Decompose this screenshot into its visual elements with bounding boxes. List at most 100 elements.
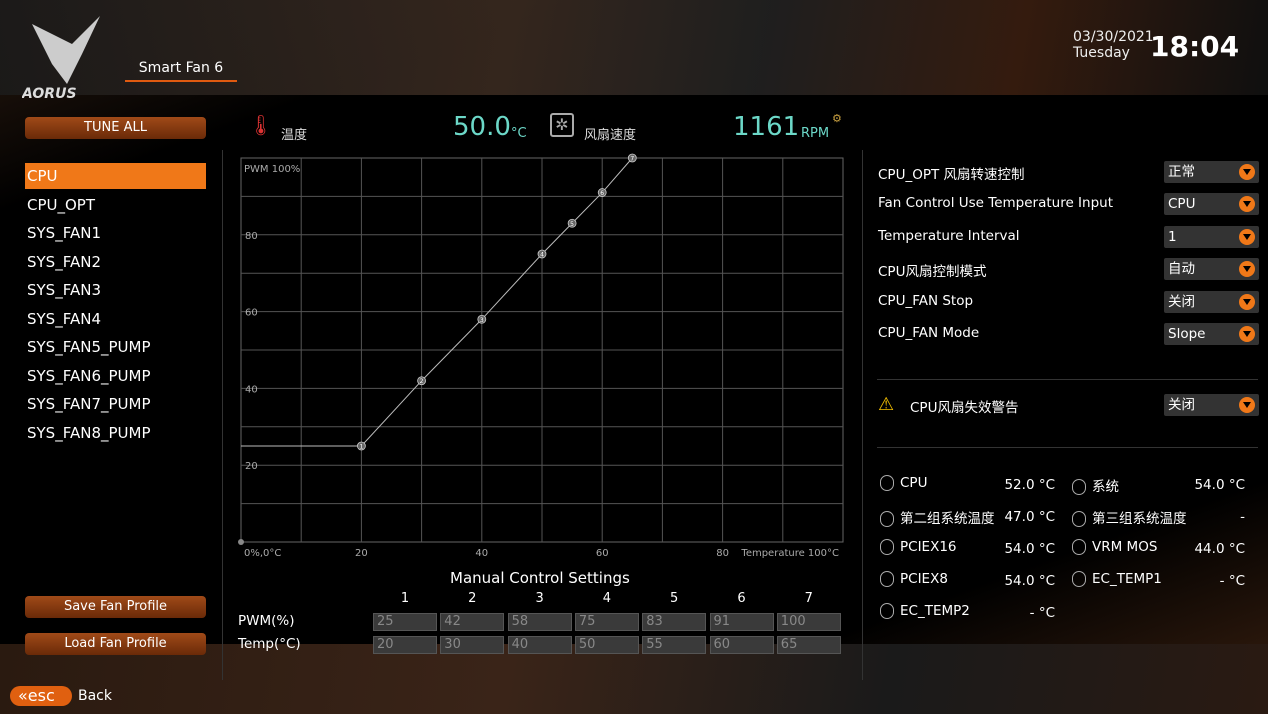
temp-input[interactable]: 65 <box>776 636 841 654</box>
load-fan-profile-button[interactable]: Load Fan Profile <box>25 633 206 655</box>
setting-row: Fan Control Use Temperature Input CPU <box>878 193 1259 217</box>
setting-select[interactable]: 正常 <box>1164 161 1259 183</box>
setting-select[interactable]: CPU <box>1164 193 1259 216</box>
column-header: 1 <box>400 591 410 606</box>
setting-label: CPU_FAN Stop <box>878 292 974 309</box>
column-header: 3 <box>535 591 544 606</box>
setting-label: Fan Control Use Temperature Input <box>878 195 1114 212</box>
monitor-value: - °C <box>1029 605 1055 621</box>
fan-item-sys_fan5_pump[interactable]: SYS_FAN5_PUMP <box>25 334 206 360</box>
fan-item-sys_fan1[interactable]: SYS_FAN1 <box>25 220 206 246</box>
thermometer-icon <box>1072 479 1086 495</box>
monitor-item: CPU <box>880 475 927 491</box>
fan-item-sys_fan3[interactable]: SYS_FAN3 <box>25 277 206 303</box>
fan-item-sys_fan6_pump[interactable]: SYS_FAN6_PUMP <box>25 363 206 389</box>
x-tick-label: 80 <box>716 548 729 559</box>
pwm-input[interactable]: 91 <box>709 613 774 631</box>
pwm-input[interactable]: 58 <box>507 613 572 631</box>
y-tick-label: 40 <box>245 384 258 395</box>
temp-value: 50.0 <box>453 112 511 142</box>
save-fan-profile-button[interactable]: Save Fan Profile <box>25 596 206 618</box>
setting-select[interactable]: 关闭 <box>1164 290 1259 313</box>
fan-item-sys_fan2[interactable]: SYS_FAN2 <box>25 249 206 275</box>
setting-select[interactable]: Slope <box>1164 323 1259 345</box>
svg-text:AORUS: AORUS <box>22 86 77 100</box>
temp-input[interactable]: 55 <box>642 636 707 654</box>
pwm-input[interactable]: 25 <box>373 613 437 631</box>
fan-item-sys_fan4[interactable]: SYS_FAN4 <box>25 306 206 332</box>
chevron-down-icon <box>1239 293 1255 310</box>
x-axis-label: Temperature 100°C <box>740 548 839 559</box>
curve-point-label: 2 <box>420 378 424 385</box>
chevron-down-icon <box>1239 397 1255 413</box>
temp-input[interactable]: 60 <box>709 636 774 654</box>
setting-select[interactable]: 自动 <box>1164 258 1259 281</box>
fan-speed-value: 1161 <box>733 112 800 142</box>
gear-icon[interactable]: ⚙ <box>832 112 842 125</box>
esc-button[interactable]: «esc <box>10 686 72 706</box>
fan-item-sys_fan8_pump[interactable]: SYS_FAN8_PUMP <box>25 420 206 446</box>
y-axis-label: PWM 100% <box>244 164 300 175</box>
thermometer-icon <box>880 475 894 491</box>
column-header: 4 <box>602 591 612 606</box>
chevron-down-icon <box>1239 164 1255 180</box>
temp-input[interactable]: 30 <box>440 636 505 654</box>
chevron-down-icon <box>1239 228 1255 245</box>
y-tick-label: 80 <box>245 231 258 242</box>
pwm-input[interactable]: 75 <box>574 613 639 631</box>
column-header: 2 <box>468 591 477 606</box>
monitor-value: 44.0 °C <box>1194 541 1245 557</box>
fan-speed-label: 风扇速度 <box>584 128 637 143</box>
thermometer-icon: 🌡 <box>248 113 274 137</box>
setting-select[interactable]: 1 <box>1164 225 1259 248</box>
monitor-label: 系统 <box>1092 479 1119 495</box>
weekday: Tuesday <box>1073 45 1130 61</box>
x-tick-label: 40 <box>475 548 488 559</box>
pwm-row-label: PWM(%) <box>238 613 295 629</box>
setting-row: CPU_OPT 风扇转速控制 正常 <box>878 161 1259 185</box>
setting-label: CPU风扇失效警告 <box>910 400 1019 416</box>
monitor-item: 系统 <box>1072 475 1119 495</box>
select-value: 关闭 <box>1168 397 1195 413</box>
temp-input[interactable]: 20 <box>373 636 437 654</box>
tab-smart-fan-6[interactable]: Smart Fan 6 <box>125 60 237 82</box>
manual-title: Manual Control Settings <box>450 569 630 587</box>
chevron-down-icon <box>1239 261 1255 278</box>
fan-item-sys_fan7_pump[interactable]: SYS_FAN7_PUMP <box>25 391 206 417</box>
temp-input[interactable]: 50 <box>574 636 639 654</box>
monitor-value: 54.0 °C <box>1004 541 1055 557</box>
fan-fail-warning-row: ⚠ CPU风扇失效警告 关闭 <box>878 394 1259 418</box>
pwm-input[interactable]: 83 <box>642 613 707 631</box>
chevron-down-icon <box>1239 326 1255 342</box>
monitor-value: 47.0 °C <box>1004 509 1055 525</box>
setting-row: Temperature Interval 1 <box>878 225 1259 250</box>
date-display: 03/30/2021 Tuesday <box>1073 29 1154 61</box>
monitor-value: - °C <box>1219 573 1245 589</box>
esc-label: esc <box>27 686 55 705</box>
chevron-down-icon <box>1239 196 1255 213</box>
fan-fail-warning-select[interactable]: 关闭 <box>1164 394 1259 416</box>
tune-all-button[interactable]: TUNE ALL <box>25 117 206 139</box>
back-label[interactable]: Back <box>78 688 112 704</box>
y-tick-label: 20 <box>245 461 258 472</box>
fan-curve-chart[interactable]: 20 40 60 80 20 40 60 80 PWM 100% Temperature 100°… <box>230 150 850 562</box>
setting-row: CPU_FAN Mode Slope <box>878 323 1259 347</box>
select-value: 1 <box>1168 228 1177 245</box>
fan-item-cpu[interactable]: CPU <box>25 163 206 189</box>
setting-row: CPU风扇控制模式 自动 <box>878 258 1259 282</box>
monitor-value: 54.0 °C <box>1194 477 1245 493</box>
origin-label: 0%,0°C <box>244 548 281 559</box>
setting-label: Temperature Interval <box>878 227 1020 244</box>
setting-row: CPU_FAN Stop 关闭 <box>878 290 1259 315</box>
temp-input[interactable]: 40 <box>507 636 572 654</box>
monitor-label: PCIEX16 <box>900 539 957 555</box>
fan-item-cpu_opt[interactable]: CPU_OPT <box>25 192 206 218</box>
pwm-input[interactable]: 42 <box>440 613 505 631</box>
pwm-input[interactable]: 100 <box>776 613 841 631</box>
monitor-item: PCIEX8 <box>880 571 948 587</box>
fan-curve-line <box>241 157 633 447</box>
divider <box>222 150 223 680</box>
curve-point-label: 7 <box>630 156 634 163</box>
curve-point-label: 3 <box>480 317 484 324</box>
divider <box>877 447 1258 448</box>
